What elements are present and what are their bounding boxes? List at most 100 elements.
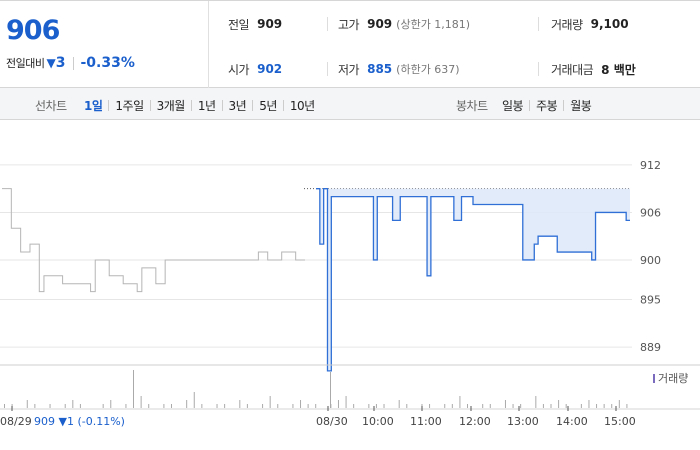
volume-bar: [277, 404, 279, 408]
tab-daily[interactable]: 일봉: [496, 97, 529, 114]
volume-legend: 거래량: [658, 372, 688, 385]
volume-bar: [193, 392, 195, 408]
volume-bar: [429, 404, 431, 408]
volume-bar: [140, 396, 142, 408]
volume-bar: [34, 404, 36, 408]
volume-bar: [239, 400, 241, 408]
x-tick-label: 11:00: [410, 415, 442, 428]
candle-chart-tabs: 일봉 주봉 월봉: [496, 97, 597, 114]
change-percent: -0.33%: [80, 55, 135, 71]
volume-bar: [482, 404, 484, 408]
low-value: 885: [367, 62, 393, 76]
current-price: 906: [6, 15, 60, 46]
high-label: 고가: [338, 17, 360, 32]
volume-bar: [580, 404, 582, 408]
y-tick-label: 895: [640, 294, 661, 307]
x-tick-label: 15:00: [604, 415, 636, 428]
volume-bar: [163, 404, 165, 408]
open-value: 902: [257, 62, 283, 76]
change-amount: 3: [55, 55, 66, 71]
volume-bar: [110, 400, 112, 408]
volume-bar: [467, 404, 469, 408]
y-tick-label: 889: [640, 341, 661, 354]
volume-bar: [170, 404, 172, 408]
chart-background: [0, 120, 700, 450]
volume-bar: [102, 404, 104, 408]
volume-bar: [588, 400, 590, 408]
trade-value-stat: 거래대금 8 백만: [551, 61, 636, 77]
prev-close-value: 909: [257, 17, 283, 31]
volume-bar: [603, 404, 605, 408]
prev-close-label: 전일: [228, 17, 250, 32]
y-tick-label: 900: [640, 254, 661, 267]
open-stat: 시가 902: [228, 61, 282, 77]
y-tick-label: 912: [640, 159, 661, 172]
x-tick-label: 12:00: [459, 415, 491, 428]
x-tick-label: 13:00: [507, 415, 539, 428]
tab-monthly[interactable]: 월봉: [564, 97, 597, 114]
trade-value-label: 거래대금: [551, 62, 594, 77]
divider: [327, 62, 328, 76]
tab-3m[interactable]: 3개월: [151, 97, 191, 114]
chart-toolbar: 선차트 1일 1주일 3개월 1년 3년 5년 10년 봉차트 일봉 주봉 월봉: [0, 88, 700, 120]
volume-bar: [262, 404, 264, 408]
line-chart-tabs: 1일 1주일 3개월 1년 3년 5년 10년: [78, 97, 321, 114]
volume-value: 9,100: [590, 17, 629, 31]
volume-bar: [330, 372, 331, 408]
volume-bar: [542, 404, 544, 408]
volume-bar: [26, 400, 28, 408]
divider: [538, 62, 539, 76]
volume-bar: [451, 404, 453, 408]
volume-bar: [72, 400, 74, 408]
tab-5y[interactable]: 5년: [253, 97, 283, 114]
volume-bar: [459, 396, 461, 408]
lower-limit: (하한가 637): [396, 63, 460, 76]
open-label: 시가: [228, 62, 250, 77]
volume-bar: [550, 404, 552, 408]
low-stat: 저가 885 (하한가 637): [338, 61, 460, 77]
volume-bar: [618, 400, 620, 408]
volume-bar: [611, 404, 613, 408]
volume-label: 거래량: [551, 17, 583, 32]
volume-bar: [345, 396, 347, 408]
volume-bar: [489, 404, 491, 408]
tab-1w[interactable]: 1주일: [109, 97, 149, 114]
volume-bar: [520, 404, 522, 408]
volume-bar: [307, 404, 309, 408]
price-chart: 912 906 900 895 889 거래량 08/29 08/30 10:00 11:00…: [0, 120, 700, 450]
volume-bar: [512, 404, 514, 408]
volume-bar: [49, 404, 51, 408]
high-stat: 고가 909 (상한가 1,181): [338, 16, 470, 32]
volume-bar: [626, 404, 628, 408]
volume-bar: [133, 370, 134, 408]
trade-value: 8 백만: [601, 62, 636, 77]
volume-bar: [383, 404, 385, 408]
y-tick-label: 906: [640, 206, 661, 219]
tab-1d[interactable]: 1일: [78, 97, 108, 114]
upper-limit: (상한가 1,181): [396, 18, 471, 31]
volume-bar: [353, 404, 355, 408]
volume-bar: [292, 404, 294, 408]
tab-3y[interactable]: 3년: [223, 97, 253, 114]
volume-stat: 거래량 9,100: [551, 16, 629, 32]
tab-10y[interactable]: 10년: [284, 97, 321, 114]
tab-weekly[interactable]: 주봉: [530, 97, 563, 114]
tab-1y[interactable]: 1년: [192, 97, 222, 114]
volume-bar: [246, 404, 248, 408]
x-tick-label: 10:00: [362, 415, 394, 428]
volume-bar: [125, 404, 127, 408]
x-tick-label: 08/29: [0, 415, 32, 428]
volume-legend-swatch: [653, 374, 655, 383]
volume-bar: [148, 404, 150, 408]
volume-bar: [4, 404, 5, 408]
quote-header: 906 전일대비 ▼ 3 -0.33% 전일 909 고가 909 (상한가 1…: [0, 0, 700, 88]
divider: [327, 17, 328, 31]
x-tick-label: 08/30: [316, 415, 348, 428]
line-chart-label: 선차트: [35, 99, 67, 113]
prev-close-stat: 전일 909: [228, 16, 282, 32]
volume-bar: [368, 404, 370, 408]
divider: [73, 56, 75, 70]
volume-bar: [201, 404, 203, 408]
high-value: 909: [367, 17, 393, 31]
volume-bar: [558, 400, 560, 408]
